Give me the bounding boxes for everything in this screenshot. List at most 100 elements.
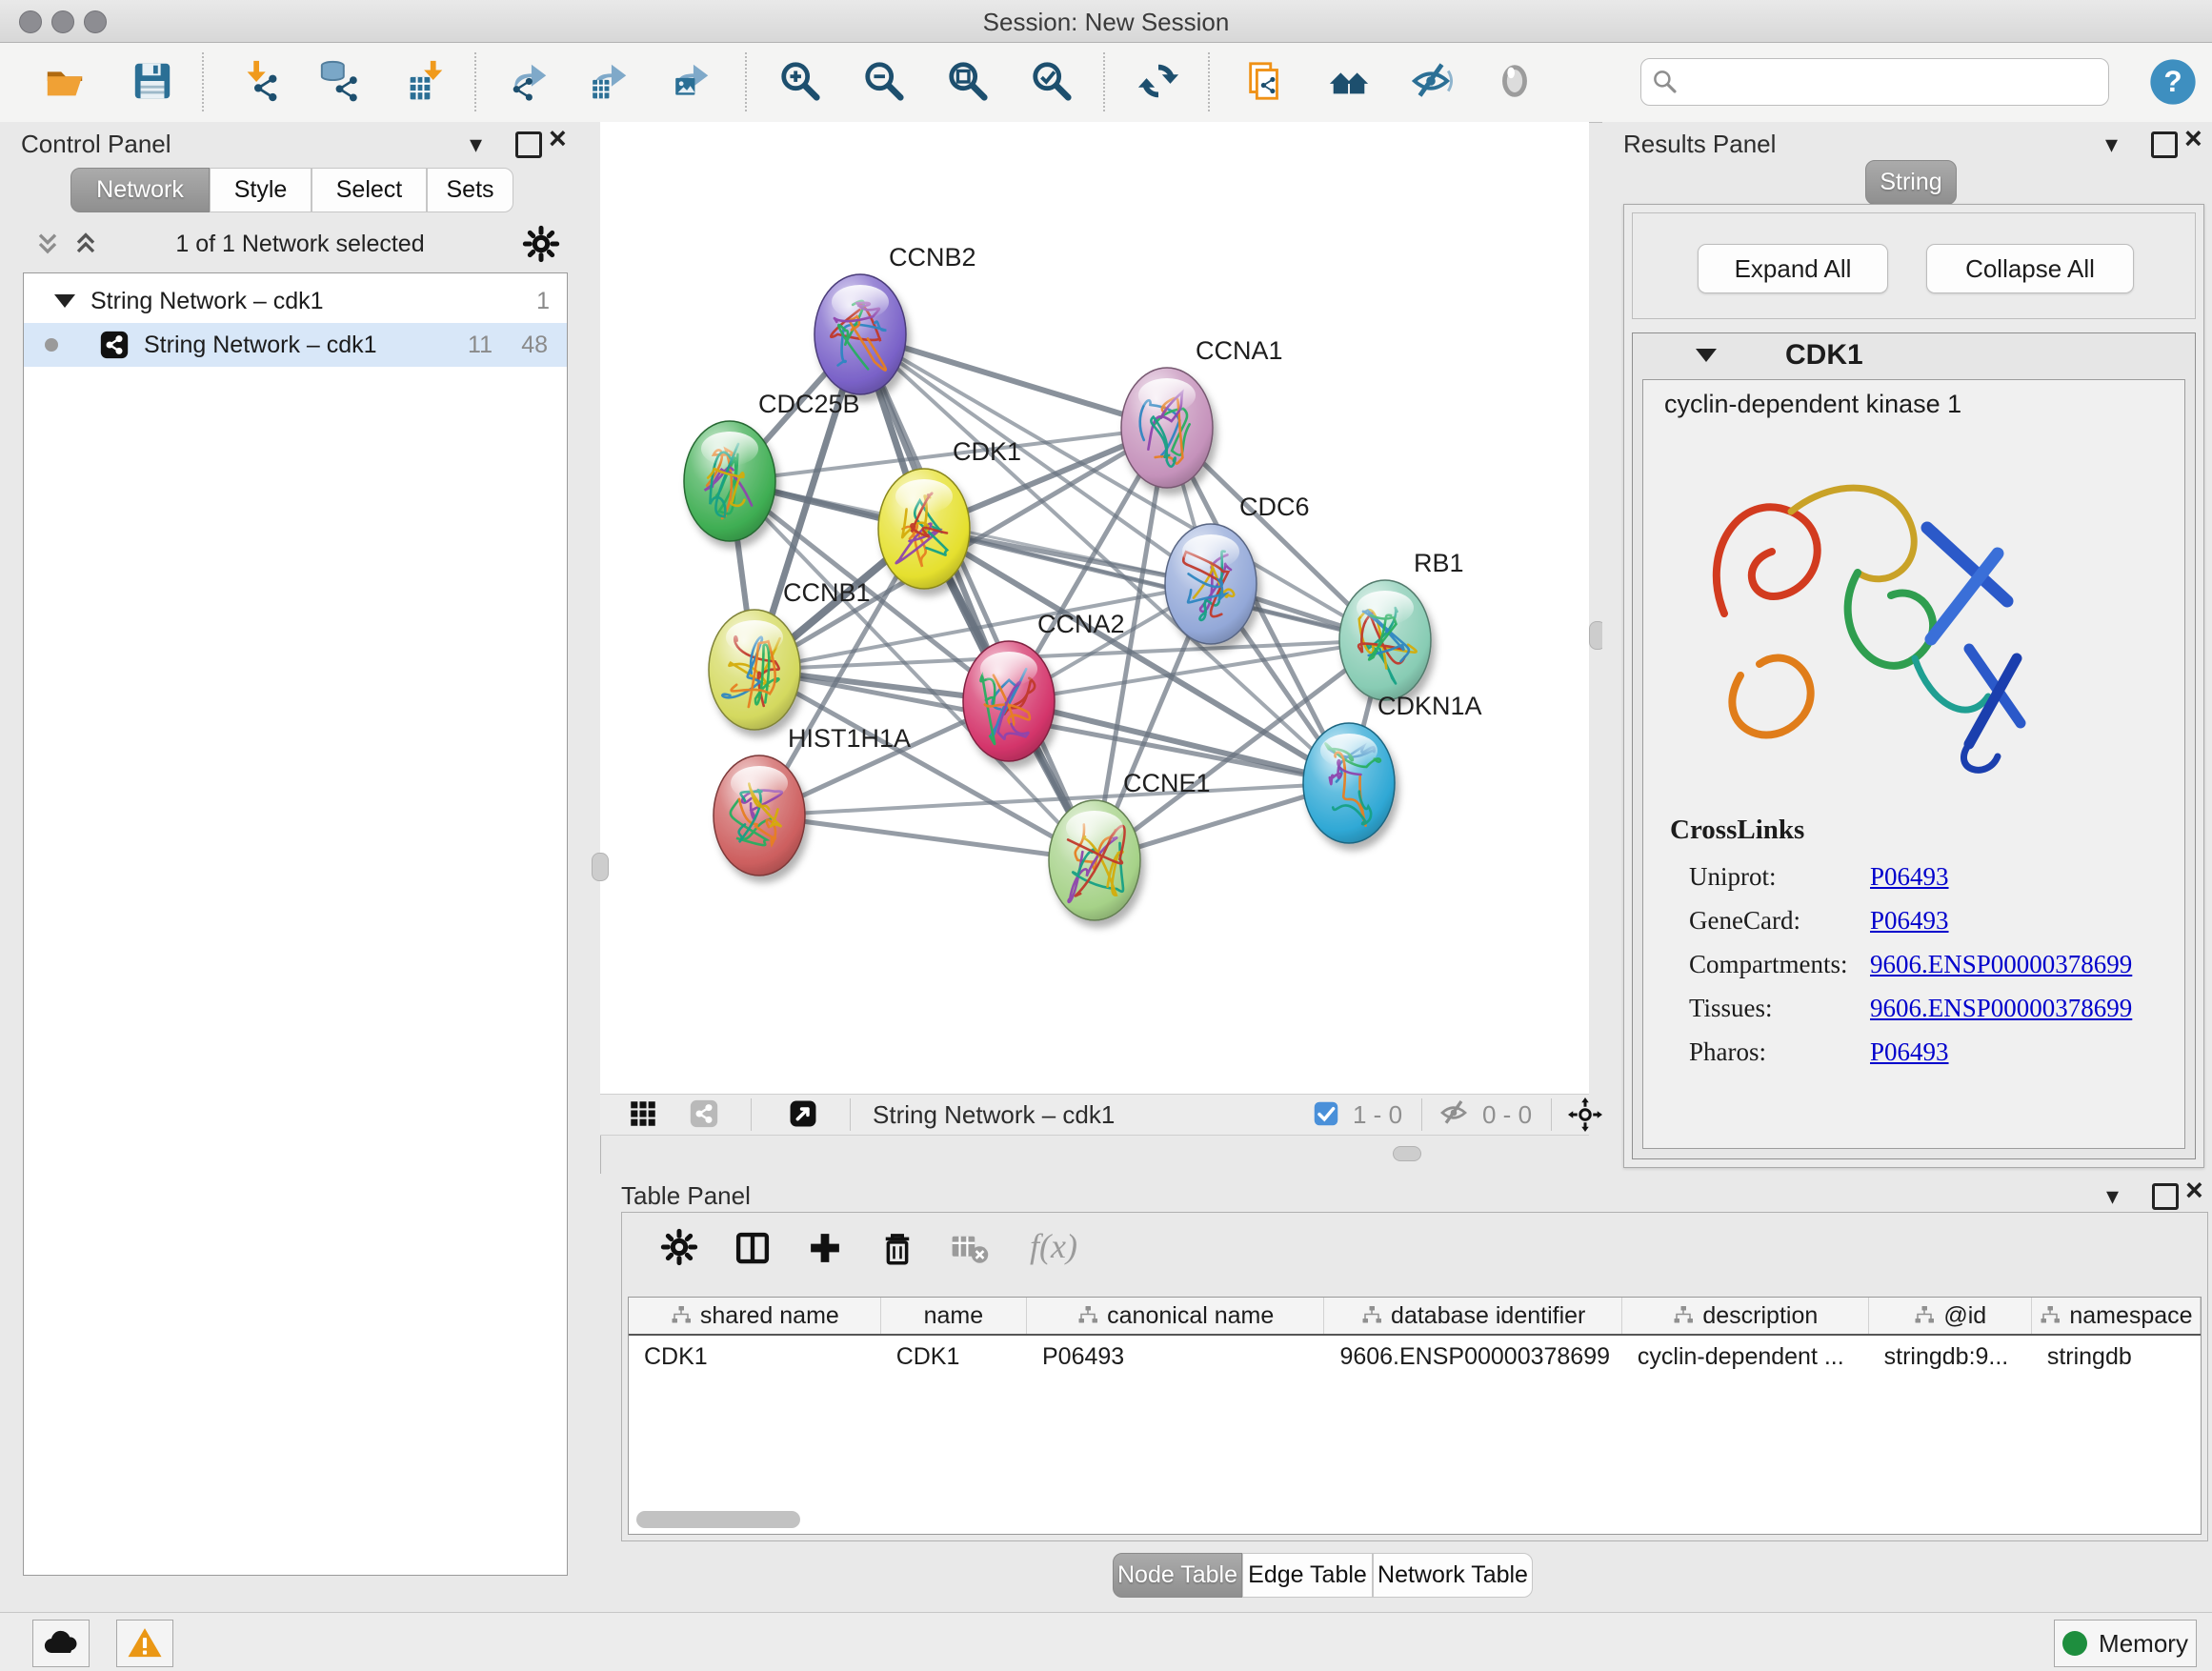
- selected-checkbox-icon[interactable]: [1313, 1100, 1341, 1129]
- import-network-from-database-icon[interactable]: [314, 56, 364, 106]
- network-edge-CCNB2-CCNA1[interactable]: [860, 334, 1167, 428]
- warnings-button[interactable]: [116, 1620, 173, 1667]
- network-canvas[interactable]: CCNB2CCNA1CDC25BCDK1CDC6RB1CCNB1CCNA2CDK…: [600, 122, 1589, 1094]
- table-header-row: shared name name canonical namedatabase id…: [629, 1298, 2201, 1336]
- cloud-status-button[interactable]: [32, 1620, 90, 1667]
- close-panel-icon[interactable]: ×: [2185, 1178, 2203, 1202]
- export-table-icon[interactable]: [585, 56, 634, 106]
- show-columns-icon[interactable]: [733, 1228, 776, 1272]
- table-cell[interactable]: stringdb: [2032, 1336, 2201, 1378]
- close-panel-icon[interactable]: ×: [2184, 126, 2202, 151]
- network-node-RB1[interactable]: RB1: [1339, 549, 1464, 700]
- zoom-in-icon[interactable]: [775, 56, 825, 106]
- gene-section-header[interactable]: CDK1: [1633, 333, 2195, 377]
- table-cell[interactable]: cyclin-dependent ...: [1622, 1336, 1869, 1378]
- table-horizontal-scrollbar[interactable]: [636, 1511, 800, 1528]
- table-cell[interactable]: CDK1: [881, 1336, 1027, 1378]
- import-network-from-file-icon[interactable]: [234, 56, 284, 106]
- tab-edge-table[interactable]: Edge Table: [1242, 1553, 1373, 1598]
- column-header-name[interactable]: name: [881, 1298, 1027, 1334]
- table-cell[interactable]: stringdb:9...: [1869, 1336, 2032, 1378]
- network-edge-CCNE1-HIST1H1A[interactable]: [759, 815, 1095, 860]
- network-options-gear-icon[interactable]: [522, 225, 560, 263]
- crosslink-link[interactable]: P06493: [1870, 1037, 1949, 1067]
- search-box[interactable]: [1640, 58, 2109, 106]
- pan-crosshair-icon[interactable]: [1568, 1097, 1602, 1132]
- network-node-CDC6[interactable]: CDC6: [1165, 493, 1310, 644]
- network-row[interactable]: String Network – cdk1 11 48: [24, 323, 567, 367]
- table-cell[interactable]: P06493: [1027, 1336, 1324, 1378]
- hide-unselected-icon[interactable]: [1406, 56, 1456, 106]
- network-node-CDKN1A[interactable]: CDKN1A: [1303, 692, 1482, 843]
- column-header-canonical-name[interactable]: canonical name: [1027, 1298, 1324, 1334]
- zoom-fit-icon[interactable]: [943, 56, 993, 106]
- tab-select[interactable]: Select: [312, 168, 427, 212]
- home-icon[interactable]: [1324, 56, 1374, 106]
- hidden-eye-icon[interactable]: [1438, 1097, 1473, 1132]
- tab-network-table[interactable]: Network Table: [1373, 1553, 1533, 1598]
- crosslink-label: Uniprot:: [1689, 862, 1777, 892]
- horizontal-splitter-handle[interactable]: [1393, 1146, 1421, 1161]
- float-panel-icon[interactable]: [2151, 131, 2178, 158]
- network-node-CCNA1[interactable]: CCNA1: [1121, 336, 1283, 488]
- refresh-view-icon[interactable]: [1134, 56, 1183, 106]
- tab-network[interactable]: Network: [70, 168, 210, 212]
- delete-column-icon[interactable]: [877, 1228, 921, 1272]
- zoom-selected-icon[interactable]: [1027, 56, 1076, 106]
- string-network-badge-icon: [98, 329, 131, 361]
- network-node-HIST1H1A[interactable]: HIST1H1A: [714, 724, 911, 876]
- open-session-icon[interactable]: [40, 56, 90, 106]
- collapse-panel-icon[interactable]: ▾: [2106, 1183, 2119, 1208]
- column-header-database-identifier[interactable]: database identifier: [1324, 1298, 1621, 1334]
- network-collection-row[interactable]: String Network – cdk1 1: [24, 279, 567, 323]
- column-label: @id: [1943, 1302, 1986, 1330]
- column-header-shared-name[interactable]: shared name: [629, 1298, 881, 1334]
- network-node-CCNE1[interactable]: CCNE1: [1049, 769, 1211, 920]
- collapse-all-button[interactable]: Collapse All: [1926, 244, 2134, 293]
- import-table-from-file-icon[interactable]: [402, 56, 452, 106]
- table-cell[interactable]: 9606.ENSP00000378699: [1324, 1336, 1621, 1378]
- save-session-icon[interactable]: [128, 56, 177, 106]
- column-header-@id[interactable]: @id: [1869, 1298, 2032, 1334]
- collapse-panel-icon[interactable]: ▾: [2105, 131, 2118, 156]
- tab-node-table[interactable]: Node Table: [1113, 1553, 1242, 1598]
- table-row[interactable]: CDK1CDK1P064939606.ENSP00000378699cyclin…: [629, 1336, 2201, 1378]
- float-panel-icon[interactable]: [515, 131, 542, 158]
- table-settings-gear-icon[interactable]: [660, 1228, 704, 1272]
- help-button[interactable]: ?: [2147, 56, 2199, 108]
- gene-expander-icon[interactable]: [1696, 349, 1717, 362]
- collection-count: 1: [536, 279, 550, 323]
- tab-string[interactable]: String: [1865, 160, 1957, 205]
- crosslink-link[interactable]: 9606.ENSP00000378699: [1870, 950, 2132, 979]
- crosslink-link[interactable]: P06493: [1870, 862, 1949, 892]
- column-label: name: [924, 1302, 984, 1330]
- column-header-namespace[interactable]: namespace: [2032, 1298, 2201, 1334]
- network-edge-CCNB2-CCNE1[interactable]: [860, 334, 1095, 860]
- crosslink-link[interactable]: P06493: [1870, 906, 1949, 936]
- share-view-icon[interactable]: [688, 1097, 722, 1132]
- network-view-toolbar: String Network – cdk1 1 - 0 0 - 0: [600, 1094, 1589, 1136]
- network-node-CDC25B[interactable]: CDC25B: [684, 390, 860, 541]
- float-panel-icon[interactable]: [2152, 1183, 2179, 1210]
- export-image-icon[interactable]: [667, 56, 716, 106]
- network-from-document-icon[interactable]: [1240, 56, 1290, 106]
- add-column-icon[interactable]: [805, 1228, 849, 1272]
- memory-button[interactable]: Memory: [2054, 1620, 2197, 1667]
- left-splitter-handle[interactable]: [592, 853, 609, 881]
- expand-all-button[interactable]: Expand All: [1698, 244, 1888, 293]
- tab-style[interactable]: Style: [210, 168, 312, 212]
- show-all-icon[interactable]: [1490, 56, 1539, 106]
- crosslink-link[interactable]: 9606.ENSP00000378699: [1870, 994, 2132, 1023]
- collection-expander-icon[interactable]: [54, 294, 75, 308]
- network-node-CCNB2[interactable]: CCNB2: [814, 243, 976, 394]
- birdseye-view-icon[interactable]: [787, 1097, 821, 1132]
- search-input[interactable]: [1679, 68, 2099, 96]
- zoom-out-icon[interactable]: [859, 56, 909, 106]
- collapse-panel-icon[interactable]: ▾: [470, 131, 482, 156]
- column-header-description[interactable]: description: [1622, 1298, 1869, 1334]
- close-panel-icon[interactable]: ×: [549, 126, 567, 151]
- tab-sets[interactable]: Sets: [427, 168, 513, 212]
- table-cell[interactable]: CDK1: [629, 1336, 881, 1378]
- grid-view-icon[interactable]: [627, 1097, 661, 1132]
- export-network-icon[interactable]: [505, 56, 554, 106]
